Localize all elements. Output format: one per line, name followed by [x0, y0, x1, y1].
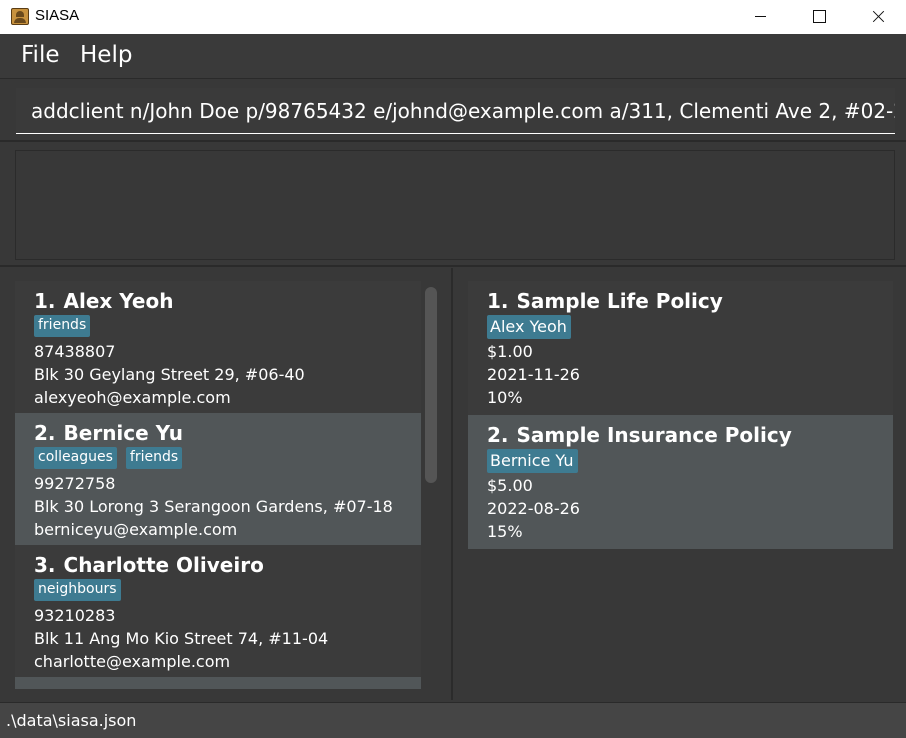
- policy-card[interactable]: 1. Sample Life Policy Alex Yeoh $1.00 202…: [468, 281, 893, 415]
- close-button[interactable]: [848, 0, 906, 34]
- policy-premium: $1.00: [487, 342, 533, 361]
- policy-date: 2022-08-26: [487, 499, 580, 518]
- result-display[interactable]: [15, 150, 895, 260]
- client-address: Blk 11 Ang Mo Kio Street 74, #11-04: [34, 629, 329, 648]
- client-name: Alex Yeoh: [63, 289, 174, 313]
- policy-commission: 15%: [487, 522, 523, 541]
- client-tags: friends: [34, 315, 91, 337]
- client-card-partial[interactable]: [15, 677, 421, 689]
- policy-owner-tags: Bernice Yu: [487, 449, 578, 473]
- client-email: charlotte@example.com: [34, 652, 231, 671]
- policy-date: 2021-11-26: [487, 365, 580, 384]
- client-list-scrollbar[interactable]: [425, 285, 437, 685]
- policy-name: Sample Insurance Policy: [516, 423, 792, 447]
- client-phone: 87438807: [34, 342, 116, 361]
- policy-owner-tag: Alex Yeoh: [487, 315, 571, 339]
- policy-owner-tag: Bernice Yu: [487, 449, 578, 473]
- policy-index: 1.: [487, 289, 509, 313]
- client-address: Blk 30 Geylang Street 29, #06-40: [34, 365, 305, 384]
- policy-index: 2.: [487, 423, 509, 447]
- client-name: Charlotte Oliveiro: [63, 553, 264, 577]
- policy-commission: 10%: [487, 388, 523, 407]
- command-box: addclient n/John Doe p/98765432 e/johnd@…: [0, 80, 906, 142]
- client-address: Blk 30 Lorong 3 Serangoon Gardens, #07-1…: [34, 497, 393, 516]
- client-card[interactable]: 2. Bernice Yu colleagues friends 99272758…: [15, 413, 421, 545]
- policy-list[interactable]: 1. Sample Life Policy Alex Yeoh $1.00 202…: [468, 281, 893, 551]
- scroll-thumb[interactable]: [425, 287, 437, 483]
- policy-card[interactable]: 2. Sample Insurance Policy Bernice Yu $5.…: [468, 415, 893, 549]
- policy-title: 2. Sample Insurance Policy: [487, 423, 792, 447]
- policy-title: 1. Sample Life Policy: [487, 289, 723, 313]
- menu-file[interactable]: File: [21, 42, 60, 68]
- policy-name: Sample Life Policy: [516, 289, 723, 313]
- client-tags: colleagues friends: [34, 447, 183, 469]
- client-list-panel: 1. Alex Yeoh friends 87438807 Blk 30 Geyl…: [0, 268, 453, 700]
- maximize-button[interactable]: [789, 0, 847, 34]
- command-input[interactable]: addclient n/John Doe p/98765432 e/johnd@…: [16, 88, 895, 134]
- tag: friends: [34, 315, 91, 337]
- client-card[interactable]: 1. Alex Yeoh friends 87438807 Blk 30 Geyl…: [15, 281, 421, 413]
- window-title: SIASA: [35, 7, 80, 24]
- client-list[interactable]: 1. Alex Yeoh friends 87438807 Blk 30 Geyl…: [15, 281, 421, 689]
- tag: friends: [125, 447, 183, 469]
- tag: neighbours: [34, 579, 121, 601]
- client-email: alexyeoh@example.com: [34, 388, 231, 407]
- client-index: 2.: [34, 421, 56, 445]
- policy-owner-tags: Alex Yeoh: [487, 315, 571, 339]
- client-tags: neighbours: [34, 579, 121, 601]
- app-icon: [11, 8, 29, 25]
- client-card[interactable]: 3. Charlotte Oliveiro neighbours 93210283…: [15, 545, 421, 677]
- policy-premium: $5.00: [487, 476, 533, 495]
- client-title: 3. Charlotte Oliveiro: [34, 553, 264, 577]
- client-phone: 99272758: [34, 474, 116, 493]
- minimize-button[interactable]: [731, 0, 789, 34]
- menu-help[interactable]: Help: [80, 42, 132, 68]
- save-location: .\data\siasa.json: [6, 711, 137, 730]
- policy-list-panel: 1. Sample Life Policy Alex Yeoh $1.00 202…: [455, 268, 906, 700]
- client-index: 3.: [34, 553, 56, 577]
- client-phone: 93210283: [34, 606, 116, 625]
- client-title: 1. Alex Yeoh: [34, 289, 173, 313]
- tag: colleagues: [34, 447, 117, 469]
- client-title: 2. Bernice Yu: [34, 421, 183, 445]
- client-name: Bernice Yu: [63, 421, 183, 445]
- client-index: 1.: [34, 289, 56, 313]
- status-bar: .\data\siasa.json: [0, 702, 906, 738]
- menu-bar: File Help: [0, 34, 906, 79]
- title-bar: SIASA: [0, 0, 906, 34]
- client-email: berniceyu@example.com: [34, 520, 238, 539]
